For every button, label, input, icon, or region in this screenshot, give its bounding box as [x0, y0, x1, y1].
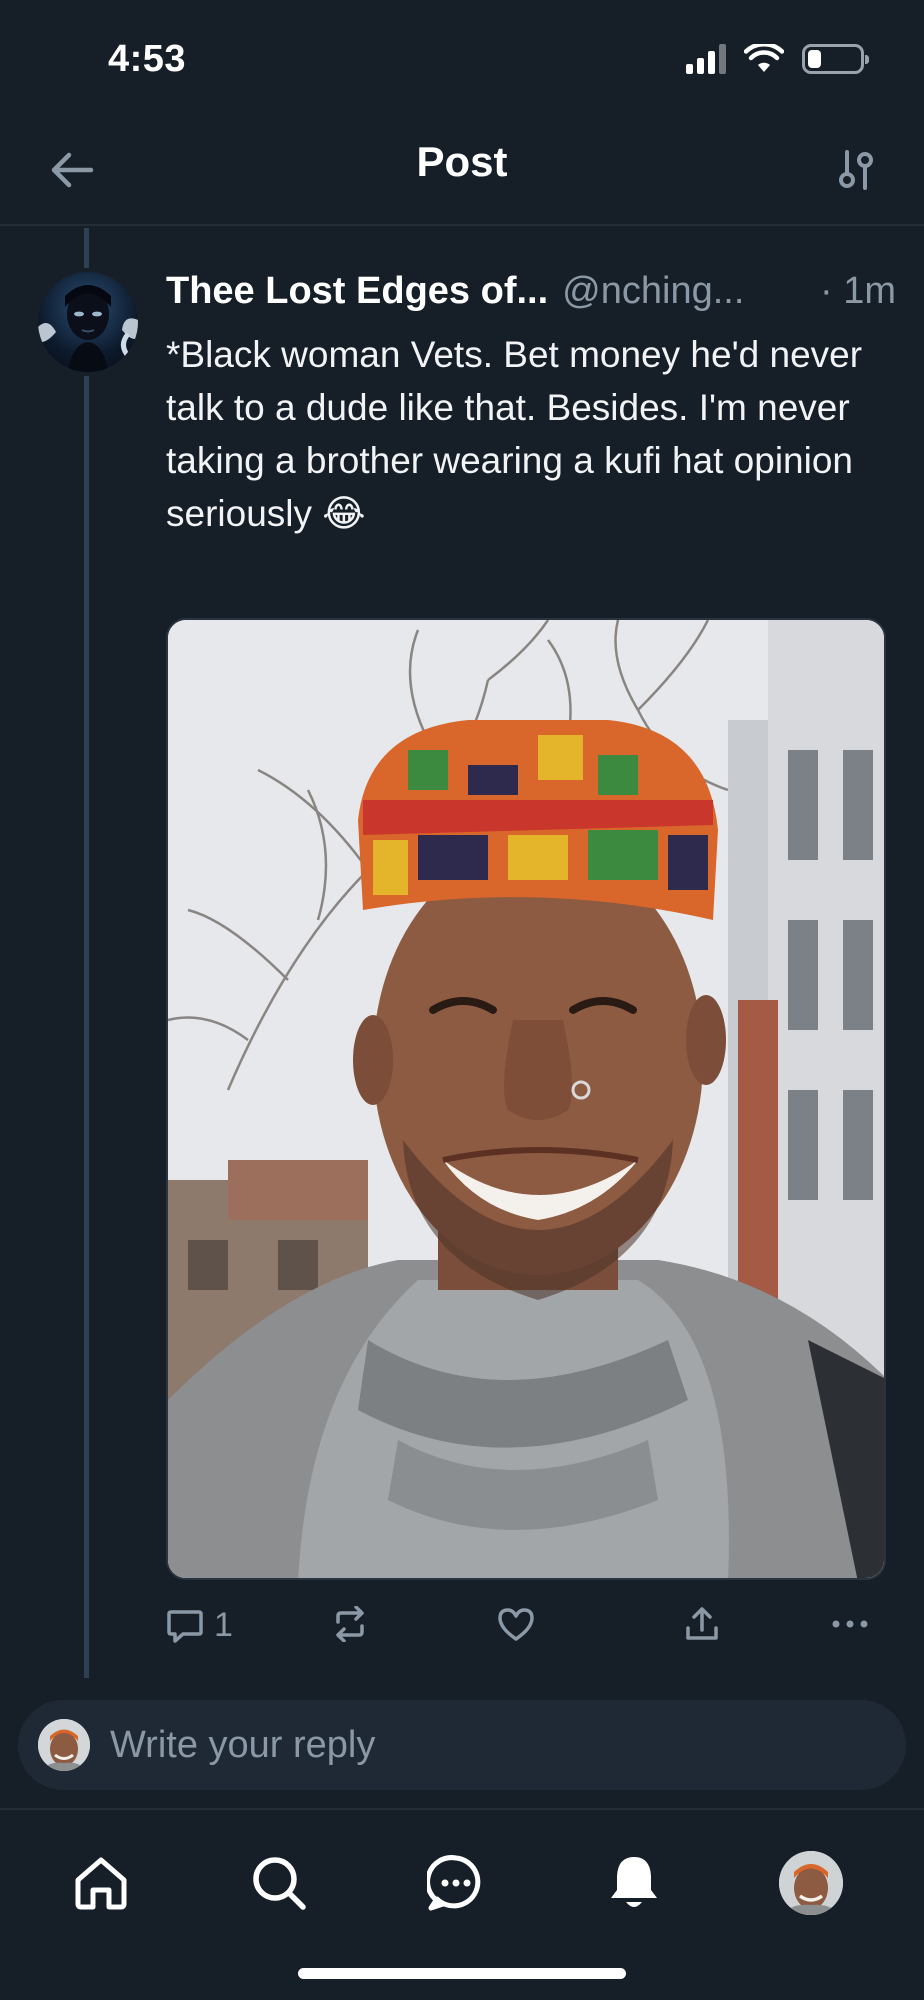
post-header-bar: Post [0, 120, 924, 226]
post-timestamp: · 1m [820, 270, 896, 312]
more-options-button[interactable] [830, 1606, 870, 1642]
tab-search[interactable] [244, 1848, 314, 1918]
reply-button[interactable]: 1 [166, 1606, 233, 1645]
author-display-name[interactable]: Thee Lost Edges of... [166, 270, 548, 313]
tab-profile[interactable] [776, 1848, 846, 1918]
reply-count: 1 [214, 1606, 233, 1644]
tab-home[interactable] [66, 1848, 136, 1918]
heart-icon [498, 1608, 534, 1641]
author-handle[interactable]: @nching... [562, 270, 744, 313]
share-icon [686, 1607, 718, 1640]
comment-icon [167, 1609, 203, 1643]
like-button[interactable] [496, 1606, 536, 1642]
status-time: 4:53 [108, 38, 187, 80]
status-bar: 4:53 [0, 0, 924, 120]
tab-notifications[interactable] [599, 1848, 669, 1918]
post-image[interactable] [166, 618, 886, 1580]
author-avatar-portrait [38, 285, 138, 372]
post-image-selfie [168, 620, 884, 1578]
sliders-icon [839, 150, 873, 190]
share-button[interactable] [684, 1606, 720, 1642]
current-user-avatar [38, 1719, 90, 1771]
bell-icon [611, 1857, 657, 1907]
post[interactable]: Thee Lost Edges of... @nching... · 1m *B… [0, 228, 924, 1678]
reply-placeholder: Write your reply [110, 1723, 376, 1766]
repost-button[interactable] [330, 1606, 370, 1642]
profile-avatar [779, 1851, 843, 1915]
wifi-icon [744, 44, 784, 72]
post-meta: Thee Lost Edges of... @nching... · 1m [166, 270, 896, 326]
thread-settings-button[interactable] [828, 142, 884, 198]
more-icon [832, 1620, 868, 1628]
tab-chat[interactable] [421, 1848, 491, 1918]
author-avatar[interactable] [38, 272, 138, 372]
post-actions: 1 [166, 1598, 886, 1668]
reply-composer[interactable]: Write your reply [18, 1700, 906, 1790]
page-title: Post [416, 138, 508, 185]
battery-level [808, 50, 821, 68]
cellular-signal-icon [686, 44, 726, 74]
repost-icon [336, 1606, 364, 1642]
post-text: *Black woman Vets. Bet money he'd never … [166, 334, 863, 534]
chat-icon [427, 1855, 481, 1911]
status-icons [686, 44, 869, 74]
home-icon [75, 1857, 127, 1910]
home-indicator [298, 1968, 626, 1979]
search-icon [253, 1857, 306, 1910]
battery-icon [802, 44, 869, 74]
